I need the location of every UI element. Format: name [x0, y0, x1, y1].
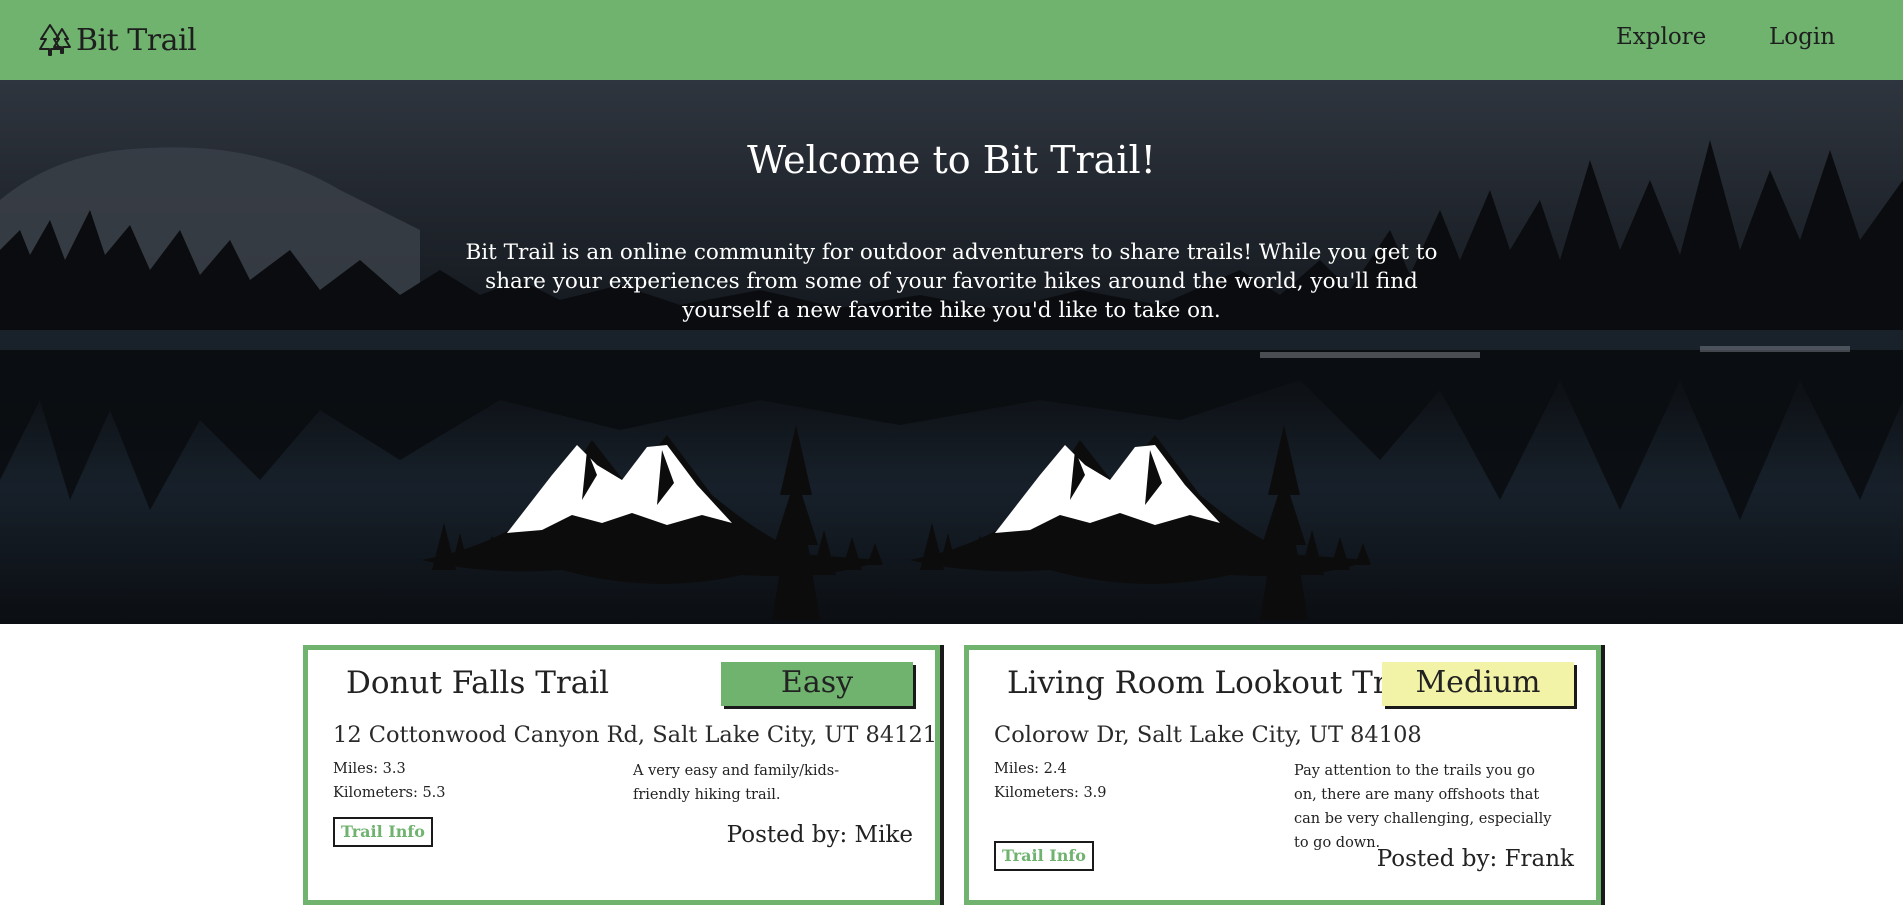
trail-card: Living Room Lookout Trail Medium Colorow…: [964, 645, 1601, 905]
pine-trees-icon: [39, 24, 71, 56]
trail-address: Colorow Dr, Salt Lake City, UT 84108: [994, 722, 1422, 748]
hero-banner: Welcome to Bit Trail! Bit Trail is an on…: [0, 80, 1903, 624]
posted-by: Posted by: Mike: [726, 822, 913, 848]
trail-address: 12 Cottonwood Canyon Rd, Salt Lake City,…: [333, 722, 938, 748]
brand-name: Bit Trail: [76, 22, 197, 58]
trail-info-button[interactable]: Trail Info: [994, 841, 1094, 871]
trail-name: Living Room Lookout Trail: [1007, 665, 1426, 701]
trail-name: Donut Falls Trail: [346, 665, 610, 701]
hero-description: Bit Trail is an online community for out…: [465, 240, 1438, 323]
nav-login-link[interactable]: Login: [1769, 24, 1835, 50]
top-navbar: Bit Trail Explore Login: [0, 0, 1903, 80]
posted-by: Posted by: Frank: [1376, 846, 1574, 872]
trail-miles: Miles: 2.4: [994, 761, 1067, 777]
trail-kilometers: Kilometers: 3.9: [994, 785, 1107, 801]
hero-title: Welcome to Bit Trail!: [747, 138, 1156, 182]
mountain-forest-silhouette-icon: [910, 425, 1371, 620]
brand-link[interactable]: Bit Trail: [38, 20, 197, 60]
nav-explore-link[interactable]: Explore: [1616, 24, 1706, 50]
difficulty-badge: Medium: [1382, 662, 1574, 706]
trail-miles: Miles: 3.3: [333, 761, 406, 777]
trail-description: A very easy and family/kids-friendly hik…: [633, 763, 840, 803]
trail-info-button[interactable]: Trail Info: [333, 817, 433, 847]
mountain-forest-silhouette-icon: [422, 425, 883, 620]
trail-card: Donut Falls Trail Easy 12 Cottonwood Can…: [303, 645, 940, 905]
difficulty-badge: Easy: [721, 662, 913, 706]
trail-description: Pay attention to the trails you go on, t…: [1294, 763, 1552, 851]
trail-kilometers: Kilometers: 5.3: [333, 785, 446, 801]
